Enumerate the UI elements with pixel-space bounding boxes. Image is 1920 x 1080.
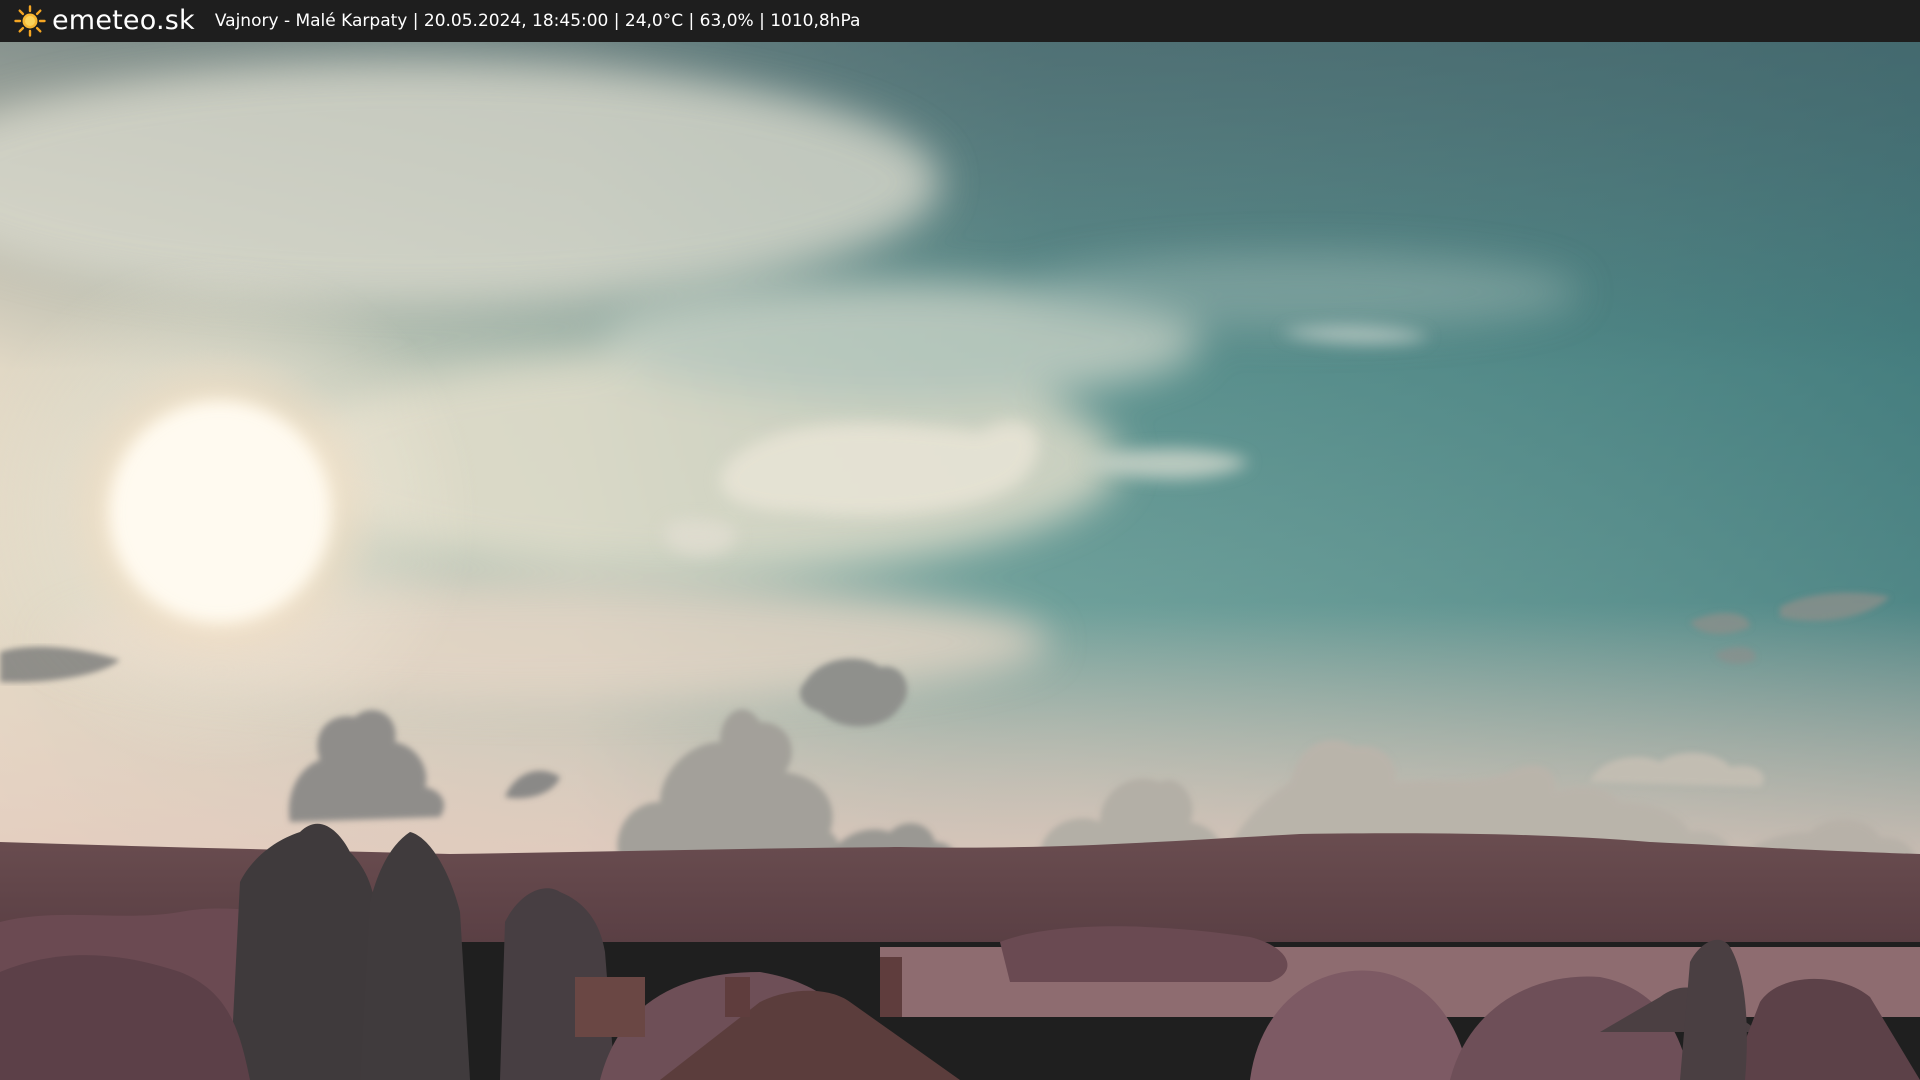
brand-logo[interactable]: emeteo.sk	[14, 0, 195, 42]
info-bar: emeteo.sk Vajnory - Malé Karpaty | 20.05…	[0, 0, 1920, 42]
camera-info-text: Vajnory - Malé Karpaty | 20.05.2024, 18:…	[214, 11, 861, 31]
webcam-view: emeteo.sk Vajnory - Malé Karpaty | 20.05…	[0, 0, 1920, 1080]
sun-icon	[14, 5, 46, 37]
webcam-image	[0, 42, 1920, 1080]
brand-name: emeteo.sk	[52, 5, 195, 36]
